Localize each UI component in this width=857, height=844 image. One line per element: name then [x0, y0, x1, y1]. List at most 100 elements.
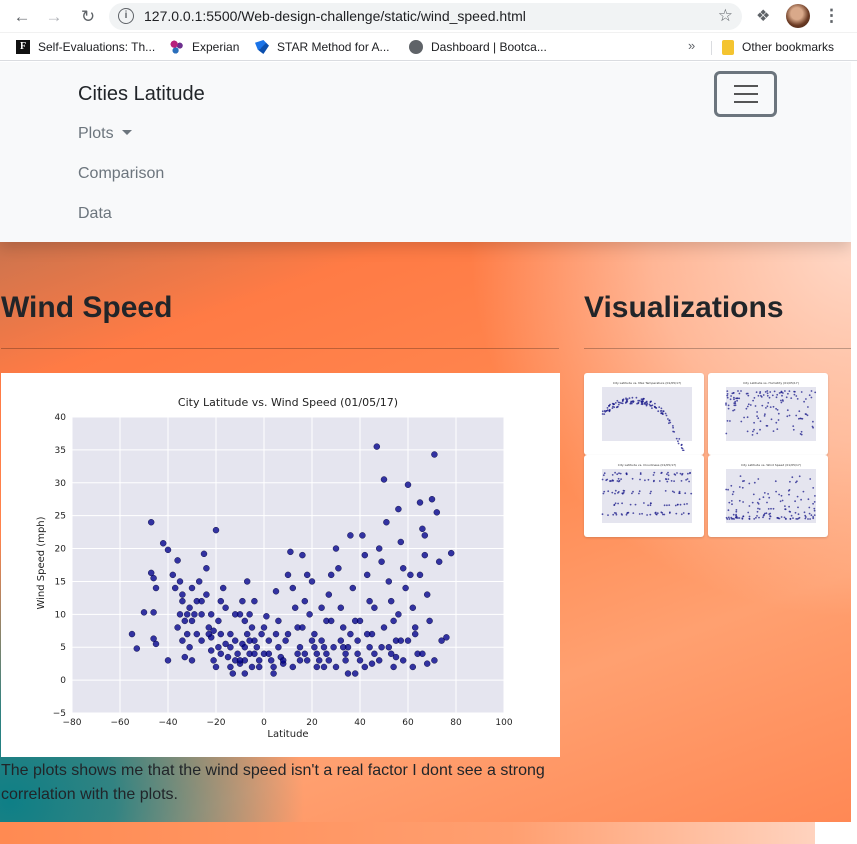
thumbnail-point	[757, 478, 760, 480]
thumbnail-point	[733, 402, 736, 404]
thumbnail-point	[729, 398, 732, 401]
menu-dots-icon[interactable]: ⋮	[823, 6, 840, 26]
back-icon[interactable]: ←	[11, 6, 33, 28]
thumbnail-point	[793, 393, 796, 396]
thumbnail-point	[806, 414, 809, 417]
thumbnail-humidity[interactable]: City Latitude vs. Humidity (01/05/17)	[708, 373, 828, 455]
thumbnail-point	[746, 416, 749, 419]
data-point	[248, 663, 256, 671]
thumbnail-point	[794, 390, 796, 393]
data-point	[431, 657, 438, 664]
thumbnail-temperature[interactable]: City Latitude vs. Max Temperature (01/05…	[584, 373, 704, 455]
y-tick-label: 25	[55, 512, 66, 522]
navbar-brand[interactable]: Cities Latitude	[78, 83, 205, 106]
thumbnail-point	[800, 391, 803, 393]
thumbnail-point	[614, 471, 616, 474]
thumbnail-point	[738, 517, 741, 519]
thumbnail-point	[727, 404, 730, 407]
bookmarks-overflow-button[interactable]: »	[688, 38, 695, 53]
address-bar[interactable]: i 127.0.0.1:5500/Web-design-challenge/st…	[109, 3, 742, 30]
data-point	[152, 640, 160, 648]
thumbnail-point	[767, 402, 770, 404]
navbar-toggler-button[interactable]	[714, 71, 777, 117]
data-point	[251, 650, 258, 657]
thumbnail-point	[768, 396, 771, 399]
thumbnail-point	[776, 393, 779, 396]
data-point	[239, 597, 246, 605]
x-tick-label: 0	[261, 718, 267, 728]
thumbnail-point	[601, 478, 604, 481]
title-divider	[1, 348, 559, 349]
thumbnail-point	[742, 515, 745, 518]
thumbnail-point	[631, 396, 634, 399]
thumbnail-point	[739, 475, 742, 477]
data-point	[241, 617, 249, 625]
thumbnail-point	[728, 518, 731, 520]
thumbnail-point	[687, 512, 690, 515]
bookmark-item[interactable]: Experian	[170, 38, 239, 56]
thumbnail-point	[634, 503, 637, 506]
thumbnail-point	[748, 518, 751, 520]
bookmark-item[interactable]: F Self-Evaluations: Th...	[16, 38, 155, 56]
thumbnail-point	[768, 517, 771, 520]
data-point	[378, 558, 385, 565]
thumbnail-point	[775, 421, 778, 424]
bookmark-item[interactable]: Dashboard | Bootca...	[409, 38, 547, 56]
thumbnail-wind-speed[interactable]: City Latitude vs. Wind Speed (01/05/17)	[708, 455, 828, 537]
bookmark-star-icon[interactable]: ☆	[718, 6, 733, 26]
thumbnail-point	[662, 413, 664, 415]
bookmark-item[interactable]: STAR Method for A...	[255, 38, 390, 56]
data-point	[342, 650, 349, 657]
extensions-puzzle-icon[interactable]: ❖	[756, 6, 770, 26]
thumbnail-point	[786, 415, 789, 418]
thumbnail-point	[762, 516, 764, 519]
thumbnail-point	[766, 394, 769, 397]
data-point	[268, 657, 275, 664]
thumbnail-point	[667, 471, 669, 474]
data-point	[340, 624, 347, 631]
thumbnail-point	[601, 413, 604, 415]
browser-toolbar: ← → ↻ i 127.0.0.1:5500/Web-design-challe…	[0, 0, 857, 33]
reload-icon[interactable]: ↻	[77, 6, 99, 28]
nav-plots-dropdown[interactable]: Plots	[78, 125, 132, 143]
thumbnail-point	[680, 443, 683, 446]
data-point	[227, 630, 234, 638]
other-bookmarks-folder[interactable]: Other bookmarks	[722, 38, 834, 56]
thumbnail-point	[725, 488, 728, 491]
y-tick-label: 40	[55, 413, 67, 423]
thumbnail-point	[643, 397, 645, 400]
profile-avatar[interactable]	[786, 4, 810, 28]
hamburger-icon	[734, 93, 758, 95]
thumbnail-point	[731, 503, 733, 506]
thumbnail-point	[727, 407, 730, 410]
thumbnail-point	[632, 512, 635, 514]
data-point	[383, 519, 390, 526]
data-point	[236, 657, 244, 664]
url-text: 127.0.0.1:5500/Web-design-challenge/stat…	[144, 8, 526, 24]
thumbnail-point	[813, 501, 816, 503]
thumbnail-point	[680, 480, 683, 482]
thumbnail-point	[660, 472, 663, 474]
y-tick-label: 15	[55, 577, 66, 587]
thumbnail-point	[795, 481, 797, 484]
thumbnail-point	[609, 480, 612, 482]
thumbnail-point	[645, 404, 648, 407]
thumbnail-cloudiness[interactable]: City Latitude vs. Cloudiness (01/05/17)	[584, 455, 704, 537]
thumbnail-point	[690, 492, 693, 495]
thumbnail-point	[748, 505, 751, 507]
nav-data[interactable]: Data	[78, 205, 112, 223]
thumbnail-point	[674, 504, 677, 507]
analysis-caption: The plots shows me that the wind speed i…	[1, 762, 545, 803]
data-point	[265, 650, 272, 657]
data-point	[313, 663, 320, 671]
site-info-icon[interactable]: i	[118, 8, 134, 24]
nav-comparison[interactable]: Comparison	[78, 165, 164, 183]
thumbnail-point	[751, 501, 754, 504]
data-point	[275, 644, 282, 651]
thumbnail-point	[800, 498, 802, 501]
forward-icon[interactable]: →	[43, 6, 65, 28]
data-point	[308, 637, 316, 644]
thumbnail-point	[814, 495, 816, 497]
thumbnail-point	[665, 478, 668, 481]
data-point	[366, 644, 373, 651]
